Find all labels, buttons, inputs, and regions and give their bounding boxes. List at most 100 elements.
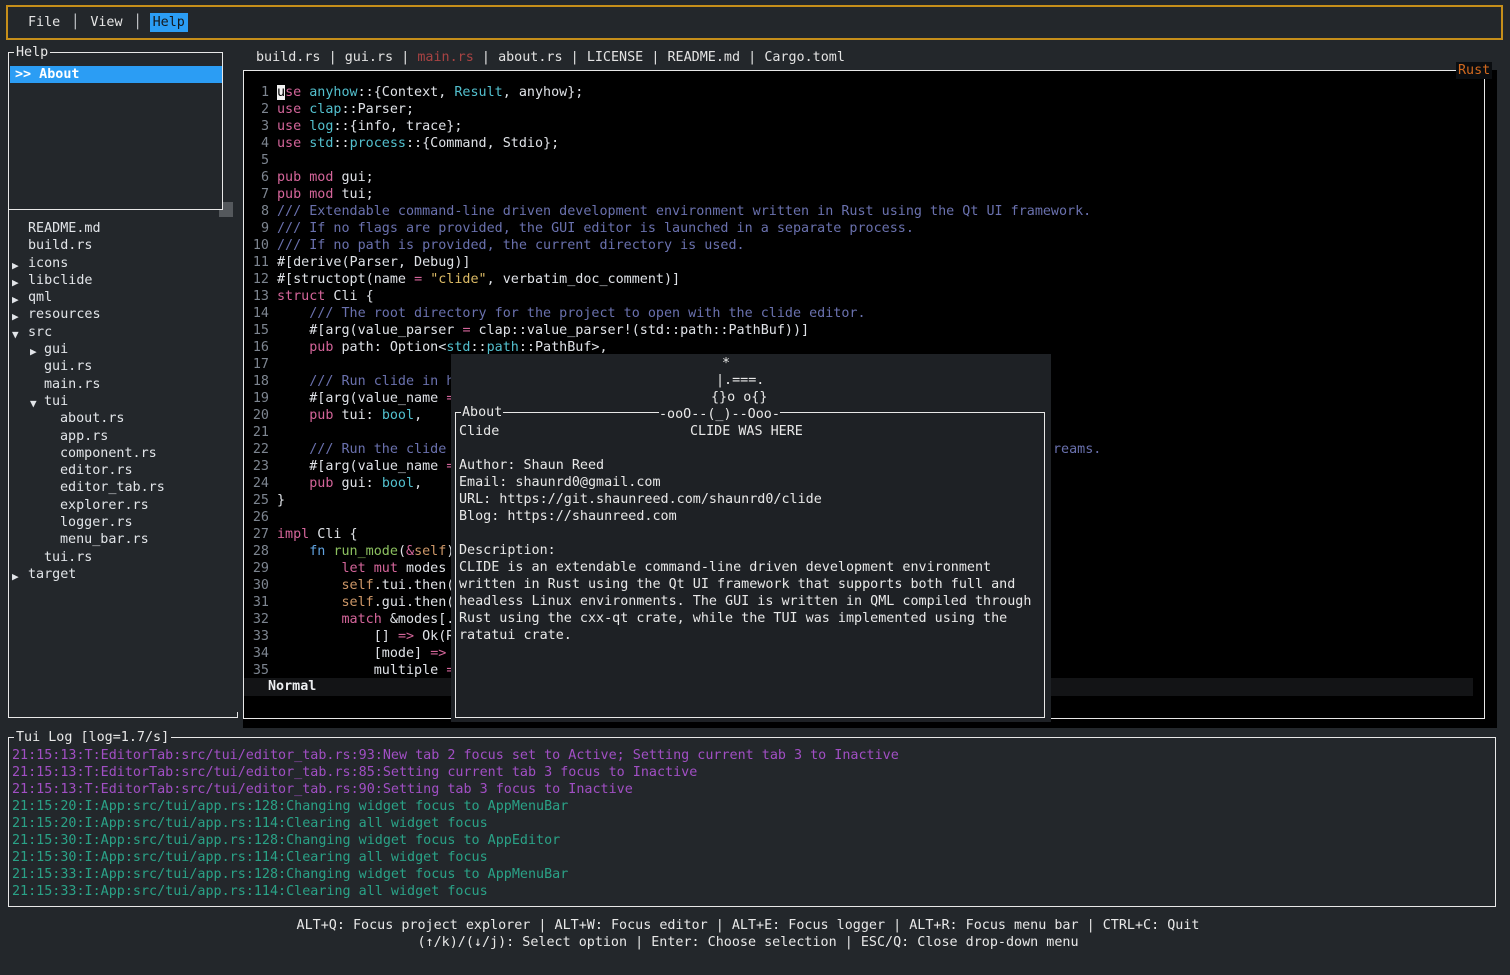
about-dialog-title: About (461, 404, 503, 421)
explorer-item-component.rs[interactable]: component.rs (0, 445, 238, 462)
code-line: 12#[structopt(name = "clide", verbatim_d… (245, 271, 1091, 288)
project-explorer[interactable]: README.mdbuild.rs▶icons▶libclide▶qml▶res… (0, 220, 238, 583)
log-entry: 21:15:30:I:App:src/tui/app.rs:128:Changi… (12, 832, 899, 849)
code-text: /// Run the clide (277, 441, 454, 458)
explorer-item-target[interactable]: ▶target (0, 566, 238, 583)
line-number: 13 (245, 288, 269, 305)
about-content-line: headless Linux environments. The GUI is … (459, 593, 1031, 610)
code-line: 3use log::{info, trace}; (245, 118, 1091, 135)
tab-Cargo.toml[interactable]: Cargo.toml (764, 49, 845, 66)
code-text: use std::process::{Command, Stdio}; (277, 135, 559, 152)
line-number: 2 (245, 101, 269, 118)
menu-item-about[interactable]: >> About (10, 66, 222, 83)
explorer-item-logger.rs[interactable]: logger.rs (0, 514, 238, 531)
explorer-item-label: README.md (28, 220, 101, 237)
explorer-item-main.rs[interactable]: main.rs (0, 376, 238, 393)
line-number: 26 (245, 509, 269, 526)
line-number: 30 (245, 577, 269, 594)
code-line: 6pub mod gui; (245, 169, 1091, 186)
code-text: fn run_mode(&self) (277, 543, 454, 560)
line-number: 25 (245, 492, 269, 509)
explorer-item-label: build.rs (28, 237, 93, 254)
tab-about.rs[interactable]: about.rs (498, 49, 563, 66)
explorer-item-gui.rs[interactable]: gui.rs (0, 358, 238, 375)
explorer-item-label: logger.rs (60, 514, 133, 531)
line-number: 4 (245, 135, 269, 152)
line-number: 21 (245, 424, 269, 441)
explorer-item-gui[interactable]: ▶gui (0, 341, 238, 358)
ascii-art-line: * (722, 355, 730, 372)
code-text: #[arg(value_name = (277, 390, 454, 407)
menu-separator: │ (134, 14, 142, 31)
code-text: [mode] => (277, 645, 446, 662)
line-number: 9 (245, 220, 269, 237)
explorer-item-label: tui.rs (44, 549, 92, 566)
code-text: let mut modes (277, 560, 454, 577)
code-line: 14 /// The root directory for the projec… (245, 305, 1091, 322)
explorer-item-editor.rs[interactable]: editor.rs (0, 462, 238, 479)
explorer-item-qml[interactable]: ▶qml (0, 289, 238, 306)
explorer-item-editor_tab.rs[interactable]: editor_tab.rs (0, 479, 238, 496)
explorer-item-label: explorer.rs (60, 497, 149, 514)
code-text: pub mod gui; (277, 169, 374, 186)
tui-log-panel[interactable]: Tui Log [log=1.7/s] 21:15:13:T:EditorTab… (8, 737, 1496, 907)
explorer-item-app.rs[interactable]: app.rs (0, 428, 238, 445)
tab-gui.rs[interactable]: gui.rs (345, 49, 393, 66)
ascii-art-line: CLIDE WAS HERE (690, 423, 803, 440)
code-text: #[arg(value_name = (277, 458, 454, 475)
line-number: 28 (245, 543, 269, 560)
explorer-item-libclide[interactable]: ▶libclide (0, 272, 238, 289)
tab-main.rs[interactable]: main.rs (417, 49, 473, 66)
line-number: 29 (245, 560, 269, 577)
explorer-item-README.md[interactable]: README.md (0, 220, 238, 237)
explorer-item-resources[interactable]: ▶resources (0, 306, 238, 323)
menu-item-help[interactable]: Help (150, 13, 188, 32)
about-content-line: Blog: https://shaunreed.com (459, 508, 677, 525)
explorer-item-about.rs[interactable]: about.rs (0, 410, 238, 427)
code-line: 11#[derive(Parser, Debug)] (245, 254, 1091, 271)
explorer-item-tui[interactable]: ▼tui (0, 393, 238, 410)
menu-item-view[interactable]: View (87, 13, 125, 32)
explorer-item-build.rs[interactable]: build.rs (0, 237, 238, 254)
log-entry: 21:15:33:I:App:src/tui/app.rs:114:Cleari… (12, 883, 899, 900)
tab-separator: | (329, 49, 337, 66)
explorer-item-icons[interactable]: ▶icons (0, 255, 238, 272)
code-text: #[arg(value_parser = clap::value_parser!… (277, 322, 809, 339)
ascii-art-line: {}o o{} (711, 389, 767, 406)
tab-README.md[interactable]: README.md (668, 49, 741, 66)
explorer-item-src[interactable]: ▼src (0, 324, 238, 341)
line-number: 23 (245, 458, 269, 475)
menu-bar-items: File │ View │ Help (25, 13, 188, 32)
line-number: 24 (245, 475, 269, 492)
tab-LICENSE[interactable]: LICENSE (587, 49, 643, 66)
menu-item-file[interactable]: File (25, 13, 63, 32)
line-number: 5 (245, 152, 269, 169)
line-number: 16 (245, 339, 269, 356)
line-number: 20 (245, 407, 269, 424)
tab-separator: | (401, 49, 409, 66)
explorer-item-explorer.rs[interactable]: explorer.rs (0, 497, 238, 514)
explorer-item-menu_bar.rs[interactable]: menu_bar.rs (0, 531, 238, 548)
tab-build.rs[interactable]: build.rs (256, 49, 321, 66)
help-dropdown-menu: Help >> About (8, 52, 223, 210)
explorer-item-label: gui (44, 341, 68, 358)
explorer-item-label: libclide (28, 272, 93, 289)
tab-separator: | (748, 49, 756, 66)
code-text: use log::{info, trace}; (277, 118, 462, 135)
explorer-item-label: main.rs (44, 376, 100, 393)
menu-separator: │ (71, 14, 79, 31)
tui-log-title: Tui Log [log=1.7/s] (14, 729, 171, 746)
log-entry: 21:15:13:T:EditorTab:src/tui/editor_tab.… (12, 781, 899, 798)
log-entry: 21:15:33:I:App:src/tui/app.rs:128:Changi… (12, 866, 899, 883)
code-line: 8/// Extendable command-line driven deve… (245, 203, 1091, 220)
about-content-line: Rust using the cxx-qt crate, while the T… (459, 610, 1007, 627)
about-content-line: Email: shaunrd0@gmail.com (459, 474, 661, 491)
explorer-item-label: src (28, 324, 52, 341)
code-text: multiple = (277, 662, 454, 679)
code-text: } (277, 492, 285, 509)
code-text: pub mod tui; (277, 186, 374, 203)
code-text: #[derive(Parser, Debug)] (277, 254, 470, 271)
tab-separator: | (651, 49, 659, 66)
explorer-item-tui.rs[interactable]: tui.rs (0, 549, 238, 566)
explorer-item-label: tui (44, 393, 68, 410)
